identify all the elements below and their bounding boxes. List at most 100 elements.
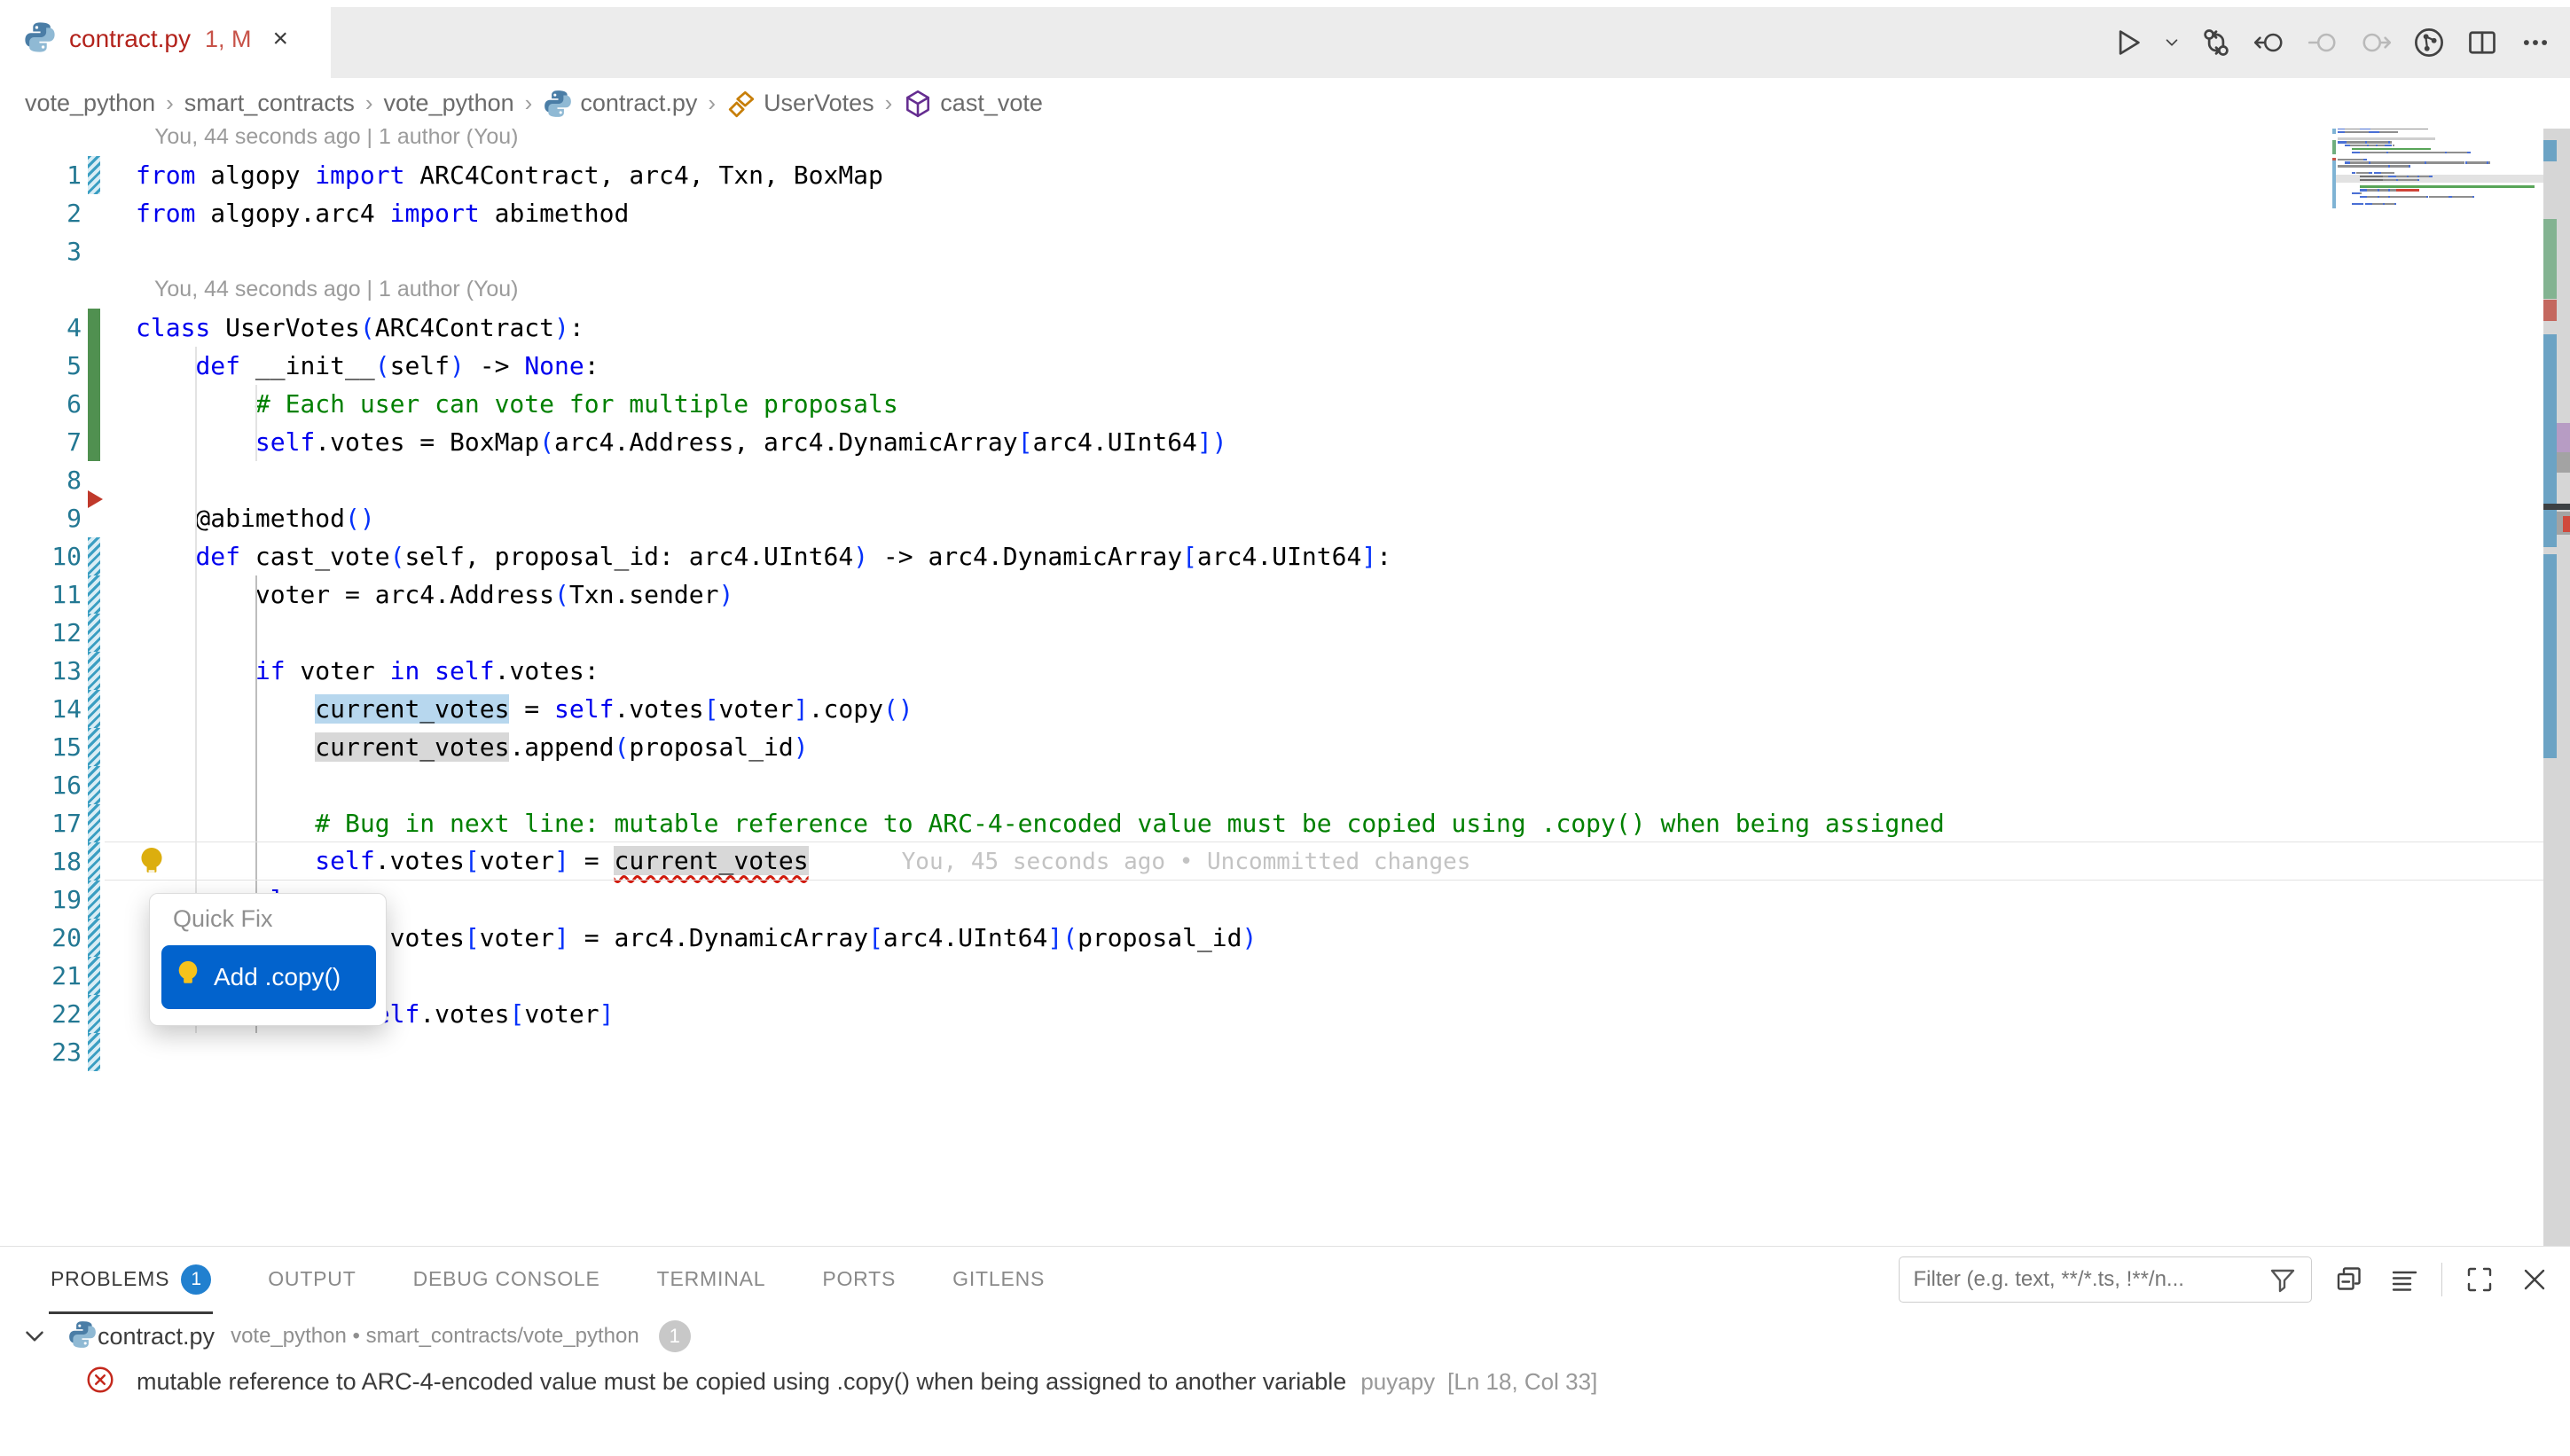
run-icon[interactable] bbox=[2107, 22, 2148, 63]
more-actions-icon[interactable] bbox=[2515, 22, 2556, 63]
code-line-1[interactable]: 1from algopy import ARC4Contract, arc4, … bbox=[0, 156, 2570, 194]
open-changes-icon[interactable] bbox=[2249, 22, 2290, 63]
line-number[interactable]: 22 bbox=[0, 999, 82, 1029]
line-number[interactable]: 7 bbox=[0, 427, 82, 457]
breadcrumb-item-cast-vote[interactable]: cast_vote bbox=[903, 89, 1043, 119]
panel-tab-terminal[interactable]: TERMINAL bbox=[655, 1247, 768, 1314]
code-line-23[interactable]: 23 bbox=[0, 1033, 2570, 1071]
code-token: ] bbox=[599, 999, 615, 1029]
code-line-15[interactable]: 15 current_votes.append(proposal_id) bbox=[0, 728, 2570, 766]
lightbulb-icon[interactable] bbox=[137, 846, 167, 880]
code-token: = bbox=[509, 694, 554, 724]
breadcrumb-item-vote-python[interactable]: vote_python bbox=[25, 90, 155, 117]
code-line-18[interactable]: 18 self.votes[voter] = current_votesYou,… bbox=[0, 842, 2570, 881]
problem-row[interactable]: mutable reference to ARC-4-encoded value… bbox=[0, 1358, 2570, 1405]
problem-source: puyapy bbox=[1360, 1368, 1435, 1396]
line-number[interactable]: 5 bbox=[0, 351, 82, 380]
code-line-16[interactable]: 16 bbox=[0, 766, 2570, 804]
problems-filter[interactable] bbox=[1899, 1256, 2312, 1303]
code-token: current_votes bbox=[315, 694, 509, 724]
breadcrumb-label: vote_python bbox=[25, 90, 155, 117]
panel-tab-label: GITLENS bbox=[952, 1267, 1045, 1291]
code-line-10[interactable]: 10 def cast_vote(self, proposal_id: arc4… bbox=[0, 537, 2570, 575]
breadcrumb-item-contract-py[interactable]: contract.py bbox=[543, 89, 697, 119]
line-number[interactable]: 10 bbox=[0, 542, 82, 571]
compare-changes-icon[interactable] bbox=[2196, 22, 2237, 63]
code-token: class bbox=[136, 313, 210, 342]
close-panel-icon[interactable] bbox=[2517, 1262, 2552, 1297]
panel-tab-output[interactable]: OUTPUT bbox=[266, 1247, 357, 1314]
line-number[interactable]: 20 bbox=[0, 923, 82, 952]
panel-tab-problems[interactable]: PROBLEMS1 bbox=[49, 1247, 213, 1314]
maximize-panel-icon[interactable] bbox=[2462, 1262, 2497, 1297]
minimap-line bbox=[2393, 145, 2394, 146]
error-icon bbox=[85, 1365, 115, 1399]
panel-tab-ports[interactable]: PORTS bbox=[820, 1247, 897, 1314]
line-number[interactable]: 8 bbox=[0, 466, 82, 495]
line-number[interactable]: 14 bbox=[0, 694, 82, 724]
code-line-8[interactable]: 8 bbox=[0, 461, 2570, 499]
view-as-table-icon[interactable] bbox=[2386, 1262, 2422, 1297]
line-number[interactable]: 1 bbox=[0, 160, 82, 190]
line-number[interactable]: 2 bbox=[0, 199, 82, 228]
collapse-all-icon[interactable] bbox=[2331, 1262, 2367, 1297]
run-dropdown[interactable] bbox=[2160, 22, 2183, 63]
code-editor[interactable]: You, 44 seconds ago | 1 author (You)1fro… bbox=[0, 129, 2570, 1246]
code-line-7[interactable]: 7 self.votes = BoxMap(arc4.Address, arc4… bbox=[0, 423, 2570, 461]
line-number[interactable]: 16 bbox=[0, 771, 82, 800]
code-line-6[interactable]: 6 # Each user can vote for multiple prop… bbox=[0, 385, 2570, 423]
line-number[interactable]: 11 bbox=[0, 580, 82, 609]
code-line-17[interactable]: 17 # Bug in next line: mutable reference… bbox=[0, 804, 2570, 842]
breadcrumb-label: UserVotes bbox=[764, 90, 874, 117]
minimap-line bbox=[2369, 145, 2376, 146]
code-line-13[interactable]: 13 if voter in self.votes: bbox=[0, 652, 2570, 690]
code-line-12[interactable]: 12 bbox=[0, 614, 2570, 652]
code-line-5[interactable]: 5 def __init__(self) -> None: bbox=[0, 347, 2570, 385]
line-number[interactable]: 15 bbox=[0, 732, 82, 762]
split-editor-icon[interactable] bbox=[2462, 22, 2503, 63]
code-text: self.votes[voter] = current_votesYou, 45… bbox=[100, 842, 1470, 881]
chevron-down-icon[interactable] bbox=[20, 1321, 50, 1351]
line-number[interactable]: 21 bbox=[0, 961, 82, 990]
overview-ruler[interactable] bbox=[2543, 129, 2570, 1246]
line-number[interactable]: 12 bbox=[0, 618, 82, 647]
line-number[interactable]: 4 bbox=[0, 313, 82, 342]
quick-fix-add-copy-action[interactable]: Add .copy() bbox=[161, 945, 376, 1009]
minimap-line bbox=[2352, 192, 2359, 194]
code-token: UserVotes bbox=[210, 313, 360, 342]
line-number[interactable]: 13 bbox=[0, 656, 82, 685]
code-token: in bbox=[390, 656, 420, 685]
minimap-line bbox=[2369, 131, 2379, 133]
minimap-line bbox=[2469, 152, 2471, 153]
line-number[interactable]: 19 bbox=[0, 885, 82, 914]
code-token: @abimethod bbox=[136, 504, 345, 533]
code-line-9[interactable]: 9 @abimethod() bbox=[0, 499, 2570, 537]
panel-tab-gitlens[interactable]: GITLENS bbox=[951, 1247, 1046, 1314]
tab-contract-py[interactable]: contract.py 1, M × bbox=[0, 0, 331, 78]
panel-header: PROBLEMS1 OUTPUT DEBUG CONSOLE TERMINAL PORT… bbox=[0, 1247, 2570, 1314]
minimap[interactable] bbox=[2332, 129, 2543, 1246]
problems-filter-input[interactable] bbox=[1914, 1267, 2265, 1292]
minimap-line bbox=[2350, 145, 2366, 146]
line-number[interactable]: 23 bbox=[0, 1037, 82, 1067]
panel-tab-debug-console[interactable]: DEBUG CONSOLE bbox=[411, 1247, 602, 1314]
line-number[interactable]: 6 bbox=[0, 389, 82, 419]
code-line-4[interactable]: 4class UserVotes(ARC4Contract): bbox=[0, 309, 2570, 347]
code-line-3[interactable]: 3 bbox=[0, 232, 2570, 270]
code-line-11[interactable]: 11 voter = arc4.Address(Txn.sender) bbox=[0, 575, 2570, 614]
code-token bbox=[136, 542, 195, 571]
tab-close-icon[interactable]: × bbox=[272, 26, 288, 52]
breadcrumb-item-uservotes[interactable]: UserVotes bbox=[726, 89, 874, 119]
line-number[interactable]: 9 bbox=[0, 504, 82, 533]
indent-guide bbox=[255, 385, 257, 461]
line-number[interactable]: 3 bbox=[0, 237, 82, 266]
breadcrumb-item-vote-python[interactable]: vote_python bbox=[384, 90, 514, 117]
breadcrumb-item-smart-contracts[interactable]: smart_contracts bbox=[184, 90, 355, 117]
problems-file-row[interactable]: contract.py vote_python • smart_contract… bbox=[0, 1314, 2570, 1358]
line-number[interactable]: 18 bbox=[0, 847, 82, 876]
code-line-14[interactable]: 14 current_votes = self.votes[voter].cop… bbox=[0, 690, 2570, 728]
code-line-2[interactable]: 2from algopy.arc4 import abimethod bbox=[0, 194, 2570, 232]
file-history-icon[interactable] bbox=[2409, 22, 2449, 63]
minimap-line bbox=[2338, 159, 2363, 160]
line-number[interactable]: 17 bbox=[0, 809, 82, 838]
